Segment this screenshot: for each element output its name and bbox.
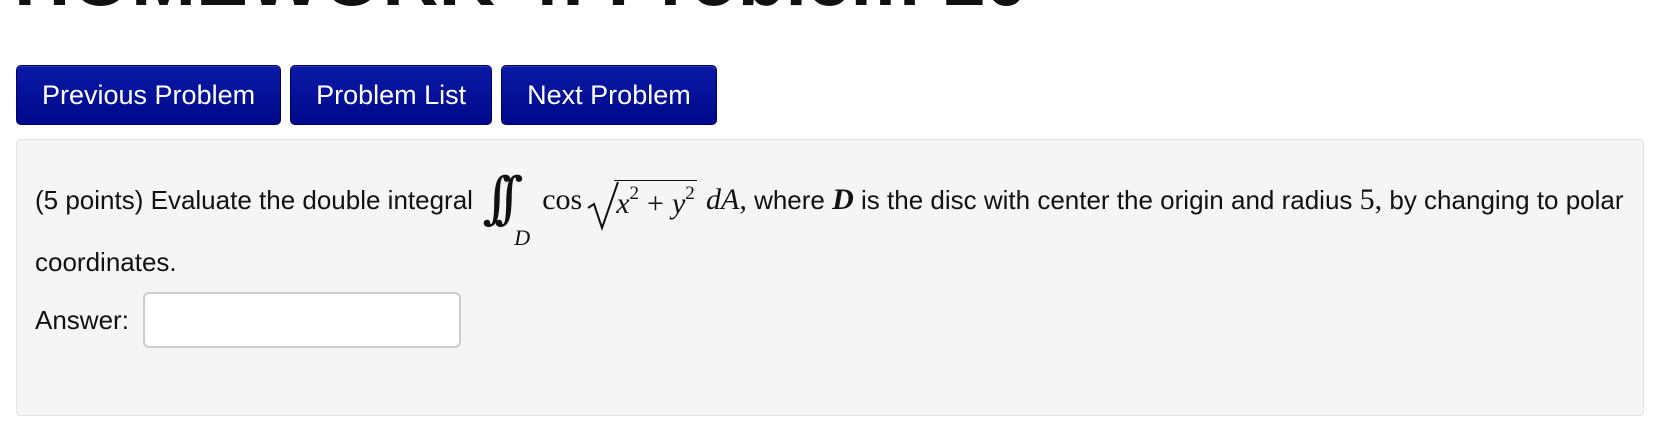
- page-title: HOMEWORK 4: Problem 10: [14, 0, 1028, 20]
- exponent: 2: [629, 183, 640, 205]
- answer-input[interactable]: [142, 292, 461, 348]
- answer-row: Answer:: [35, 292, 461, 348]
- next-problem-button[interactable]: Next Problem: [501, 65, 717, 125]
- exponent: 2: [685, 183, 695, 205]
- radical-sign-icon: [587, 181, 620, 232]
- radius-value: 5,: [1359, 183, 1383, 216]
- variable-y: y: [671, 187, 686, 221]
- answer-label: Answer:: [35, 304, 129, 335]
- problem-panel: (5 points) Evaluate the double integral …: [16, 139, 1644, 416]
- problem-navigation: Previous Problem Problem List Next Probl…: [16, 65, 717, 125]
- region-variable: D: [832, 183, 854, 216]
- square-root: x2 + y2: [586, 172, 697, 232]
- math-function: cos: [542, 183, 583, 216]
- plus-sign: +: [647, 187, 664, 221]
- problem-statement: (5 points) Evaluate the double integral …: [35, 166, 1625, 292]
- double-integral-symbol: ∫ ∫ D: [480, 166, 534, 250]
- integral-region: D: [514, 225, 531, 251]
- differential: dA,: [706, 183, 747, 216]
- previous-problem-button[interactable]: Previous Problem: [16, 65, 282, 125]
- where-text: where: [754, 185, 825, 215]
- region-description: is the disc with center the origin and r…: [861, 185, 1353, 215]
- radicand: x2 + y2: [614, 180, 697, 227]
- problem-list-button[interactable]: Problem List: [290, 65, 493, 125]
- problem-intro: (5 points) Evaluate the double integral: [35, 185, 473, 215]
